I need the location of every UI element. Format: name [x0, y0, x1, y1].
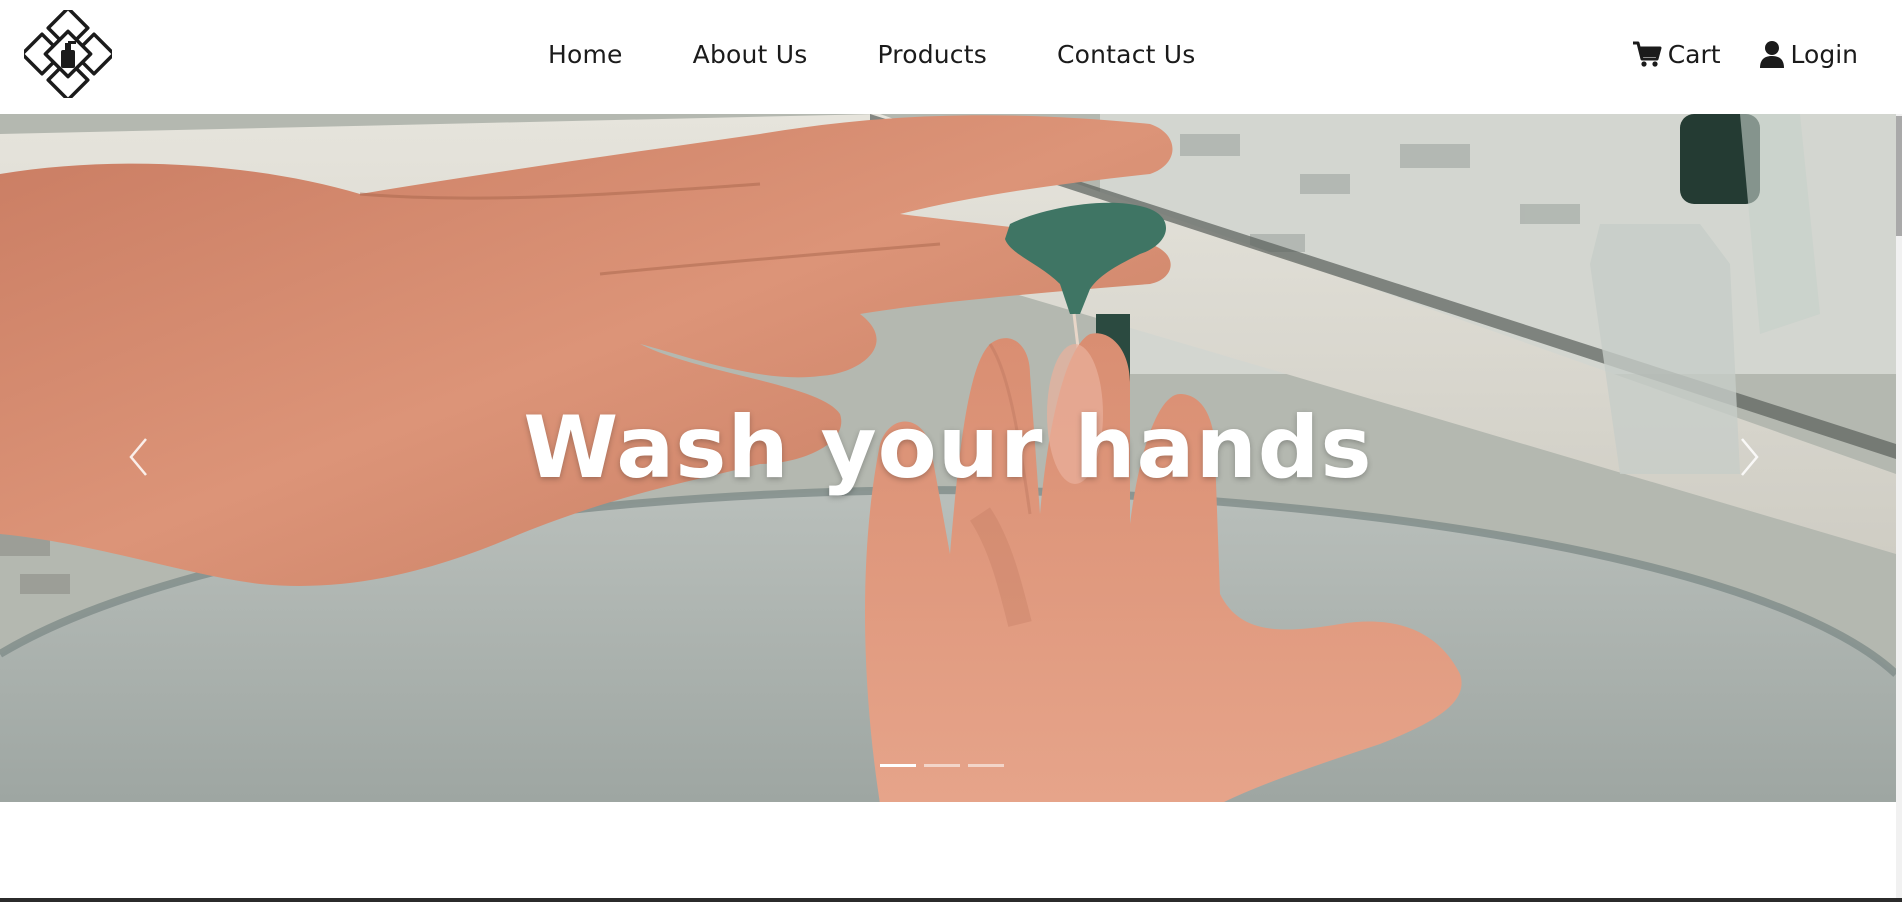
chevron-right-icon [1741, 438, 1759, 476]
carousel-prev-button[interactable] [118, 432, 158, 482]
nav-actions: Cart Login [1632, 36, 1858, 72]
page: Home About Us Products Contact Us Cart L… [0, 0, 1902, 902]
logo[interactable] [20, 6, 116, 102]
cart-label: Cart [1667, 39, 1721, 69]
carousel-indicators [880, 764, 1004, 767]
soap-dispenser-diamond-logo-icon [20, 6, 116, 102]
chevron-left-icon [129, 438, 147, 476]
scrollbar-thumb[interactable] [1896, 116, 1902, 236]
cart-icon [1632, 41, 1662, 67]
cart-link[interactable]: Cart [1632, 40, 1721, 69]
carousel-indicator-3[interactable] [968, 764, 1004, 767]
bottom-divider [0, 898, 1902, 902]
hero-caption: Wash your hands [523, 398, 1373, 498]
nav-link-contact-us[interactable]: Contact Us [1057, 40, 1196, 69]
login-link[interactable]: Login [1759, 40, 1858, 69]
hero-carousel: Wash your hands [0, 114, 1896, 802]
user-icon [1759, 41, 1784, 68]
nav-link-home[interactable]: Home [548, 40, 623, 69]
carousel-indicator-2[interactable] [924, 764, 960, 767]
main-nav: Home About Us Products Contact Us [548, 36, 1196, 72]
nav-link-products[interactable]: Products [877, 40, 987, 69]
carousel-indicator-1[interactable] [880, 764, 916, 767]
navbar: Home About Us Products Contact Us Cart L… [0, 0, 1898, 114]
nav-link-about-us[interactable]: About Us [693, 40, 808, 69]
carousel-next-button[interactable] [1730, 432, 1770, 482]
login-label: Login [1790, 39, 1858, 69]
